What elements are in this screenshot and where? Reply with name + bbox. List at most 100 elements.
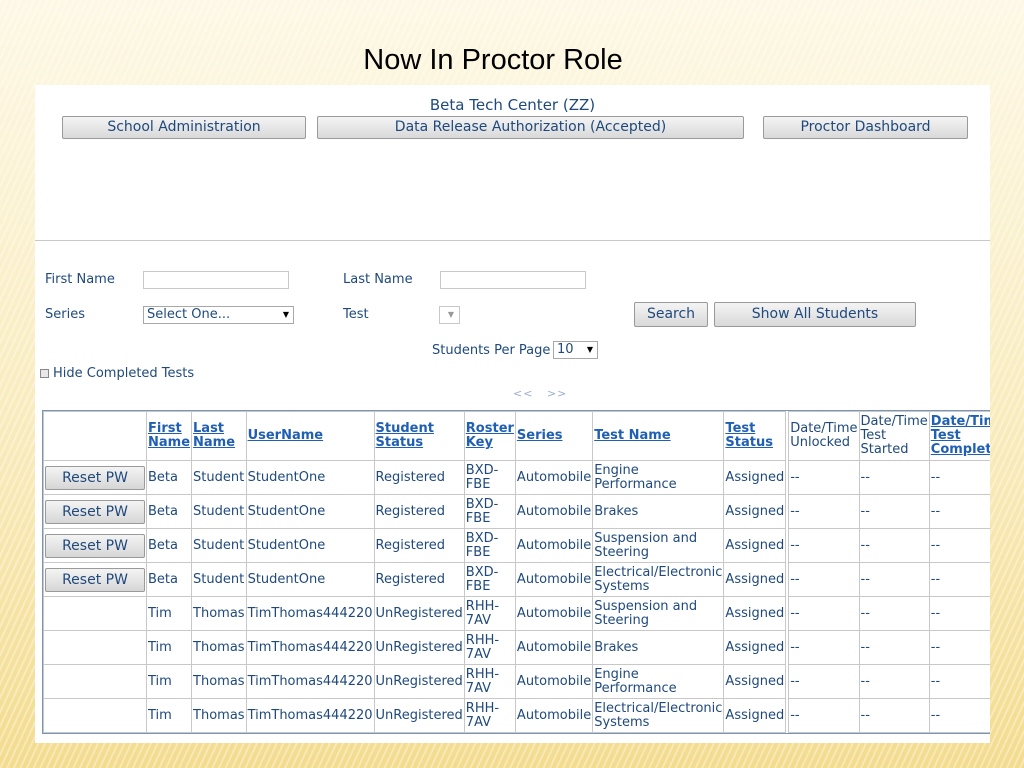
last-name-label: Last Name [343,272,413,287]
cell-actions: Reset PW [43,562,147,597]
table-row: Tim Thomas TimThomas444220 UnRegistered RHH-… [43,698,990,733]
cell-last-name: Thomas [191,664,247,699]
first-name-input[interactable] [143,271,289,289]
cell-test-status: Assigned [723,460,787,495]
table-row: Tim Thomas TimThomas444220 UnRegistered RHH-… [43,630,990,665]
students-per-page-label: Students Per Page [432,343,551,358]
column-header-unlocked: Date/Time Unlocked [788,411,860,461]
table-header-row: First Name Last Name UserName Student St… [43,411,990,461]
reset-password-button[interactable]: Reset PW [45,533,145,558]
cell-completed: -- [928,630,990,665]
cell-actions [43,596,147,631]
center-name: Beta Tech Center (ZZ) [429,96,596,114]
cell-series: Automobile [514,528,594,563]
show-all-students-button[interactable]: Show All Students [714,302,916,327]
hide-completed-checkbox[interactable] [40,369,49,378]
column-header-student-status[interactable]: Student Status [373,411,465,461]
cell-actions [43,630,147,665]
cell-first-name: Beta [145,528,193,563]
students-per-page-select[interactable]: 10 ▼ [553,341,598,359]
cell-test-name: Suspension and Steering [592,528,725,563]
test-select[interactable]: ▼ [439,306,460,324]
column-header-completed[interactable]: Date/Time Test Completed [928,411,990,461]
series-select-value: Select One... [147,307,231,322]
column-header-test-name[interactable]: Test Name [592,411,725,461]
pager: << >> [513,387,567,400]
cell-test-status: Assigned [723,528,787,563]
cell-last-name: Thomas [191,596,247,631]
column-header-test-status[interactable]: Test Status [723,411,787,461]
cell-username: TimThomas444220 [245,664,375,699]
cell-unlocked: -- [788,596,860,631]
cell-test-name: Suspension and Steering [592,596,725,631]
cell-last-name: Student [191,528,247,563]
table-row: Reset PW Beta Student StudentOne Registered B… [43,460,990,495]
cell-roster-key: BXD-FBE [463,528,516,563]
cell-test-status: Assigned [723,630,787,665]
column-header-series[interactable]: Series [514,411,594,461]
chevron-down-icon: ▼ [282,310,289,319]
cell-completed: -- [928,562,990,597]
reset-password-button[interactable]: Reset PW [45,465,145,490]
cell-started: -- [858,698,930,733]
cell-actions [43,664,147,699]
column-header-first-name[interactable]: First Name [145,411,193,461]
cell-username: StudentOne [245,562,375,597]
pager-prev[interactable]: << [513,387,533,400]
first-name-label: First Name [45,272,115,287]
proctor-panel: Beta Tech Center (ZZ) School Administrat… [35,85,990,743]
cell-test-name: Engine Performance [592,664,725,699]
column-header-actions [43,411,147,461]
cell-test-status: Assigned [723,494,787,529]
students-table: First Name Last Name UserName Student St… [43,411,990,733]
column-header-last-name[interactable]: Last Name [191,411,247,461]
reset-password-button[interactable]: Reset PW [45,567,145,592]
cell-unlocked: -- [788,664,860,699]
cell-username: TimThomas444220 [245,596,375,631]
cell-started: -- [858,494,930,529]
last-name-input[interactable] [440,271,586,289]
cell-roster-key: RHH-7AV [463,698,516,733]
cell-completed: -- [928,664,990,699]
cell-completed: -- [928,596,990,631]
cell-completed: -- [928,528,990,563]
cell-completed: -- [928,460,990,495]
cell-first-name: Beta [145,494,193,529]
cell-roster-key: BXD-FBE [463,562,516,597]
table-row: Reset PW Beta Student StudentOne Registered B… [43,528,990,563]
cell-series: Automobile [514,562,594,597]
cell-last-name: Thomas [191,698,247,733]
cell-student-status: UnRegistered [373,630,465,665]
cell-student-status: Registered [373,460,465,495]
test-label: Test [343,307,369,322]
table-row: Reset PW Beta Student StudentOne Registered B… [43,494,990,529]
cell-last-name: Student [191,460,247,495]
column-header-username[interactable]: UserName [245,411,375,461]
table-row: Tim Thomas TimThomas444220 UnRegistered RHH-… [43,664,990,699]
cell-started: -- [858,630,930,665]
cell-roster-key: BXD-FBE [463,494,516,529]
search-button[interactable]: Search [634,302,708,327]
cell-test-status: Assigned [723,698,787,733]
pager-next[interactable]: >> [547,387,567,400]
proctor-dashboard-button[interactable]: Proctor Dashboard [763,116,968,139]
cell-roster-key: RHH-7AV [463,596,516,631]
cell-username: TimThomas444220 [245,698,375,733]
reset-password-button[interactable]: Reset PW [45,499,145,524]
cell-unlocked: -- [788,528,860,563]
cell-first-name: Beta [145,460,193,495]
chevron-down-icon: ▼ [447,310,454,319]
cell-series: Automobile [514,630,594,665]
cell-first-name: Tim [145,664,193,699]
series-select[interactable]: Select One... ▼ [143,306,294,324]
cell-actions: Reset PW [43,528,147,563]
cell-last-name: Student [191,562,247,597]
cell-unlocked: -- [788,562,860,597]
cell-started: -- [858,562,930,597]
school-administration-button[interactable]: School Administration [62,116,306,139]
data-release-authorization-button[interactable]: Data Release Authorization (Accepted) [317,116,744,139]
cell-username: StudentOne [245,494,375,529]
cell-username: StudentOne [245,460,375,495]
chevron-down-icon: ▼ [586,345,593,354]
column-header-roster-key[interactable]: Roster Key [463,411,516,461]
